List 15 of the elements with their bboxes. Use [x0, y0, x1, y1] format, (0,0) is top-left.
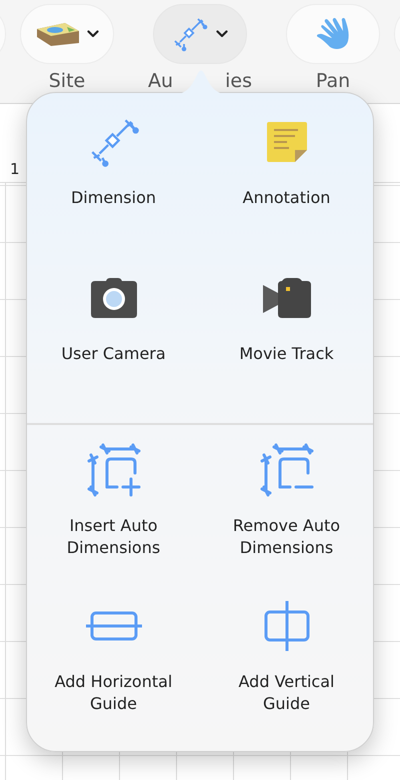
menu-item[interactable]: Dimension — [27, 111, 200, 267]
menu-item[interactable]: Annotation — [200, 111, 373, 267]
tool-label: Au — [148, 70, 174, 92]
menu-item[interactable]: Add Vertical Guide — [200, 595, 373, 751]
tool-label: Pan — [316, 70, 350, 92]
dimension-icon — [172, 16, 208, 52]
tool-label: Site — [48, 70, 86, 92]
ruler-number: 1 — [10, 160, 20, 180]
menu-item[interactable]: User Camera — [27, 267, 200, 423]
tool-label: ies — [225, 70, 252, 92]
menu-item[interactable]: Movie Track — [200, 267, 373, 423]
menu-item[interactable]: Add Horizontal Guide — [27, 595, 200, 751]
menu-item[interactable]: Insert Auto Dimensions — [27, 439, 200, 595]
terrain-icon — [35, 21, 79, 47]
menu-item[interactable]: Remove Auto Dimensions — [200, 439, 373, 595]
